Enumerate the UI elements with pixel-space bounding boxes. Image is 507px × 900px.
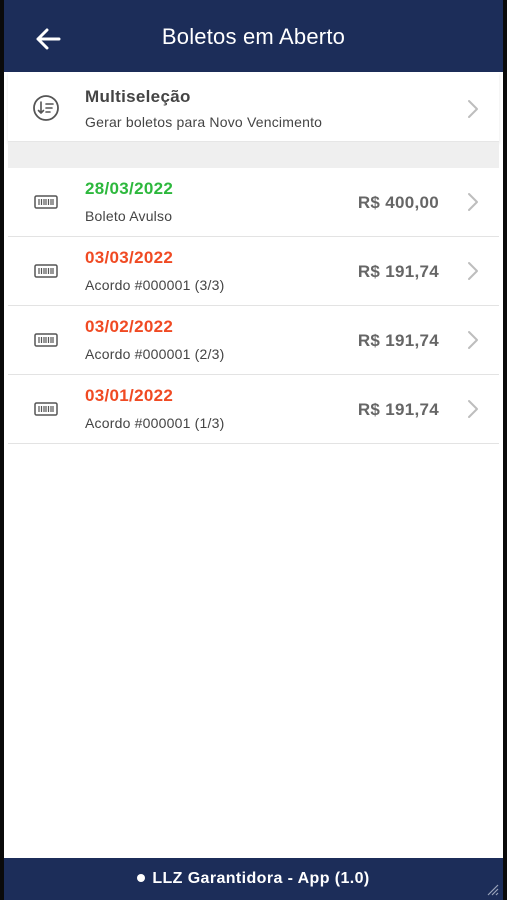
page-title: Boletos em Aberto — [161, 24, 346, 49]
app-header: Boletos em Aberto — [4, 0, 503, 72]
boleto-description: Boleto Avulso — [85, 208, 173, 224]
boleto-date: 03/03/2022 — [85, 248, 174, 267]
boleto-amount: R$ 400,00 — [357, 193, 439, 212]
barcode-icon — [34, 264, 58, 278]
footer-dot-icon — [137, 873, 146, 882]
sort-list-icon — [33, 95, 59, 121]
multiselect-title: Multiseleção — [85, 87, 191, 106]
multiselect-subtitle: Gerar boletos para Novo Vencimento — [85, 114, 323, 130]
boleto-date: 03/02/2022 — [85, 317, 174, 336]
chevron-right-icon — [468, 400, 478, 418]
boleto-date: 28/03/2022 — [85, 179, 174, 198]
boleto-amount: R$ 191,74 — [357, 262, 439, 281]
boleto-row[interactable]: 03/02/2022 Acordo #000001 (2/3) R$ 191,74 — [8, 306, 499, 375]
boleto-row[interactable]: 03/03/2022 Acordo #000001 (3/3) R$ 191,74 — [8, 237, 499, 306]
section-divider — [8, 142, 499, 168]
chevron-right-icon — [468, 193, 478, 211]
boleto-description: Acordo #000001 (1/3) — [85, 415, 225, 431]
footer-label: LLZ Garantidora - App (1.0) — [152, 870, 370, 887]
chevron-right-icon — [468, 100, 478, 118]
barcode-icon — [34, 333, 58, 347]
boleto-amount: R$ 191,74 — [357, 400, 439, 419]
boleto-row[interactable]: 28/03/2022 Boleto Avulso R$ 400,00 — [8, 168, 499, 237]
app-frame: Boletos em Aberto Multiseleção Gerar bol… — [4, 0, 503, 900]
app-footer: LLZ Garantidora - App (1.0) — [4, 858, 503, 900]
boleto-description: Acordo #000001 (2/3) — [85, 346, 225, 362]
chevron-right-icon — [468, 262, 478, 280]
resize-grip-icon[interactable] — [485, 882, 499, 896]
boleto-description: Acordo #000001 (3/3) — [85, 277, 225, 293]
barcode-icon — [34, 195, 58, 209]
chevron-right-icon — [468, 331, 478, 349]
boleto-date: 03/01/2022 — [85, 386, 174, 405]
boleto-amount: R$ 191,74 — [357, 331, 439, 350]
barcode-icon — [34, 402, 58, 416]
multiselect-item[interactable]: Multiseleção Gerar boletos para Novo Ven… — [8, 72, 499, 142]
boleto-row[interactable]: 03/01/2022 Acordo #000001 (1/3) R$ 191,74 — [8, 375, 499, 444]
